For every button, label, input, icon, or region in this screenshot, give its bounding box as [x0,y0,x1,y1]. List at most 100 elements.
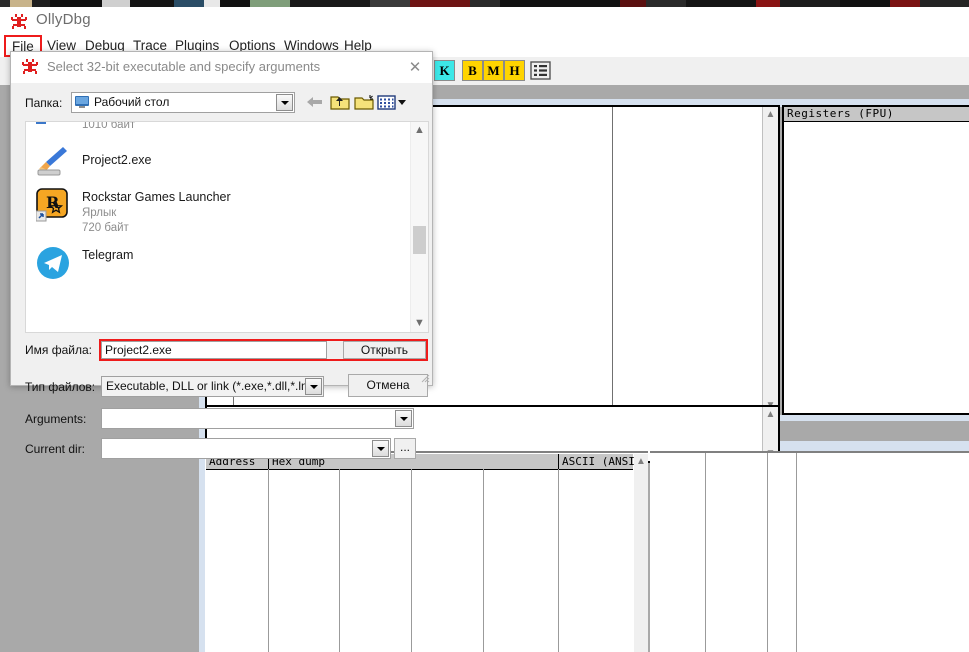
strip-swatch [290,0,370,7]
chevron-down-icon[interactable] [276,94,293,111]
dump-grid-line [268,469,269,652]
toolbar-m-button[interactable]: M [483,60,504,81]
dump-column-ascii[interactable]: ASCII (ANSI [559,454,635,469]
strip-swatch [50,0,102,7]
lookin-value: Рабочий стол [94,95,170,109]
up-one-level-icon[interactable] [329,92,351,112]
file-list-scroll-down-arrow[interactable]: ▼ [411,315,428,332]
file-list-scroll-thumb[interactable] [413,226,426,254]
dump-grid-line [558,469,559,652]
registers-pane[interactable]: Registers (FPU) [782,105,969,415]
new-folder-icon[interactable] [353,92,375,112]
view-menu-icon[interactable] [377,92,407,112]
filename-row-highlight[interactable]: Открыть [99,339,428,361]
info-scroll-up-arrow[interactable]: ▲ [763,407,778,422]
strip-swatch [130,0,174,7]
rockstar-shortcut-icon: R [36,188,68,222]
resize-grip-icon[interactable] [418,371,430,383]
strip-swatch [920,0,969,7]
list-item-name: Rockstar Games Launcher [82,190,231,204]
dialog-body: Папка: Рабочий стол 1010 байт Project2.e… [11,83,432,459]
ollydbg-bug-icon [11,14,27,29]
list-item-name: Project2.exe [82,153,152,167]
strip-swatch [10,0,32,7]
cpu-vertical-scrollbar[interactable]: ▲ ▼ [762,107,778,413]
strip-swatch [204,0,220,7]
strip-swatch [174,0,204,7]
strip-swatch [840,0,890,7]
list-item-size: 1010 байт [82,121,136,131]
back-arrow-icon[interactable] [303,92,325,112]
toolbar-h-button[interactable]: H [504,60,525,81]
currentdir-combobox[interactable] [101,438,391,459]
background-window-strip [0,0,969,7]
image-file-icon [36,122,46,124]
close-icon[interactable]: ✕ [404,57,426,78]
ollydbg-title-text: OllyDbg [36,11,91,28]
stack-pane[interactable] [650,451,969,652]
filetype-label: Тип файлов: [25,380,96,394]
toolbar-b-button[interactable]: B [462,60,483,81]
filetype-value: Executable, DLL or link (*.exe,*.dll,*.l… [106,379,318,393]
cancel-button[interactable]: Отмена [348,374,428,397]
strip-swatch [500,0,620,7]
file-list[interactable]: 1010 байт Project2.exe R Rockstar Games … [25,121,429,333]
strip-swatch [756,0,780,7]
lookin-combobox[interactable]: Рабочий стол [71,92,295,113]
open-button[interactable]: Открыть [343,341,426,359]
strip-swatch [32,0,50,7]
file-list-scroll-up-arrow[interactable]: ▲ [411,122,428,139]
chevron-down-icon[interactable] [305,378,322,395]
dump-scroll-up-arrow[interactable]: ▲ [634,454,648,469]
lookin-label: Папка: [25,96,63,110]
list-item-type: Ярлык [82,207,117,219]
strip-swatch [0,0,10,7]
memory-dump-pane[interactable]: Address Hex dump ASCII (ANSI ▲ [205,451,648,652]
dump-grid-line [339,469,340,652]
arguments-input[interactable] [102,409,393,428]
strip-swatch [780,0,840,7]
dump-grid-line [411,469,412,652]
arguments-combobox[interactable] [101,408,414,429]
list-item-name: Telegram [82,248,134,262]
file-list-scrollbar[interactable]: ▲ ▼ [410,122,428,332]
strip-swatch [646,0,686,7]
browse-button[interactable]: ... [394,438,416,459]
broom-application-icon [37,147,67,176]
list-icon[interactable] [530,60,551,81]
currentdir-input[interactable] [102,439,370,458]
stack-grid-line [705,453,706,652]
list-item-size: 720 байт [82,222,129,234]
filename-input[interactable] [101,341,327,359]
stack-grid-line [796,453,797,652]
toolbar-k-button[interactable]: K [434,60,455,81]
strip-swatch [620,0,646,7]
chevron-down-icon[interactable] [372,440,389,457]
cpu-column-divider [612,107,613,413]
ollydbg-bug-icon [22,59,38,74]
strip-swatch [102,0,130,7]
desktop-icon [75,96,89,108]
telegram-icon [37,247,69,279]
arguments-label: Arguments: [25,412,87,426]
stack-grid-line [767,453,768,652]
strip-swatch [370,0,410,7]
dialog-titlebar: Select 32-bit executable and specify arg… [11,52,432,83]
dialog-title-text: Select 32-bit executable and specify arg… [47,59,321,74]
strip-swatch [220,0,250,7]
filetype-combobox[interactable]: Executable, DLL or link (*.exe,*.dll,*.l… [101,376,324,397]
strip-swatch [686,0,756,7]
chevron-down-icon[interactable] [395,410,412,427]
strip-swatch [890,0,920,7]
filename-label: Имя файла: [25,343,92,357]
dump-grid-line [483,469,484,652]
cpu-scroll-up-arrow[interactable]: ▲ [763,107,778,122]
currentdir-label: Current dir: [25,442,86,456]
strip-swatch [250,0,290,7]
ollydbg-titlebar: OllyDbg [0,7,969,35]
strip-swatch [410,0,470,7]
strip-swatch [470,0,500,7]
open-file-dialog[interactable]: Select 32-bit executable and specify arg… [10,51,433,459]
dump-vertical-scrollbar[interactable]: ▲ [634,454,648,652]
registers-pane-title: Registers (FPU) [784,107,969,122]
